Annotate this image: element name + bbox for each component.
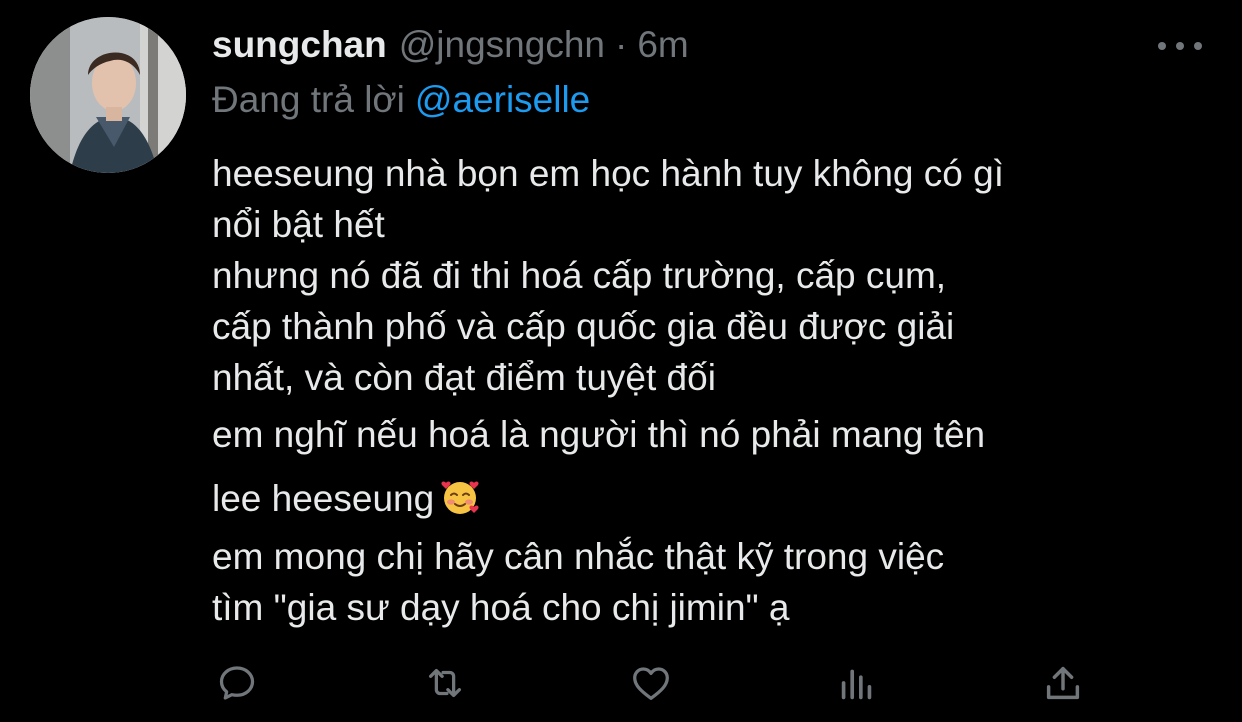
- avatar-image: [30, 17, 186, 173]
- tweet-text-line: lee heeseung: [212, 478, 435, 519]
- share-icon: [1046, 666, 1080, 700]
- more-options-icon[interactable]: [1158, 38, 1202, 54]
- replying-to: Đang trả lời @aeriselle: [212, 79, 590, 121]
- replying-to-label: Đang trả lời: [212, 79, 405, 120]
- analytics-button[interactable]: [832, 658, 882, 708]
- tweet[interactable]: sungchan @jngsngchn · 6m Đang trả lời @ae…: [0, 0, 1242, 722]
- tweet-text-line-emoji: lee heeseung: [212, 467, 1212, 531]
- tweet-text-line: heeseung nhà bọn em học hành tuy không c…: [212, 153, 1004, 194]
- avatar[interactable]: [30, 17, 186, 173]
- retweet-icon: [428, 668, 462, 698]
- tweet-text-line: tìm "gia sư dạy hoá cho chị jimin" ạ: [212, 587, 790, 628]
- replying-to-mention[interactable]: @aeriselle: [415, 79, 590, 120]
- smiling-face-with-hearts-icon: [440, 473, 480, 514]
- retweet-button[interactable]: [420, 658, 470, 708]
- tweet-text-line: nhất, và còn đạt điểm tuyệt đối: [212, 357, 716, 398]
- separator-dot: ·: [615, 24, 628, 65]
- tweet-text-line: cấp thành phố và cấp quốc gia đều được g…: [212, 306, 955, 347]
- tweet-text-line: nhưng nó đã đi thi hoá cấp trường, cấp c…: [212, 255, 947, 296]
- tweet-text-line: em mong chị hãy cân nhắc thật kỹ trong v…: [212, 536, 945, 577]
- tweet-text-line: em nghĩ nếu hoá là người thì nó phải man…: [212, 414, 986, 455]
- share-button[interactable]: [1038, 658, 1088, 708]
- tweet-header: sungchan @jngsngchn · 6m: [212, 24, 689, 70]
- analytics-icon: [841, 669, 872, 700]
- tweet-actions: [0, 658, 1242, 708]
- reply-button[interactable]: [212, 658, 262, 708]
- reply-icon: [219, 666, 255, 700]
- tweet-text: heeseung nhà bọn em học hành tuy không c…: [212, 148, 1212, 633]
- display-name[interactable]: sungchan: [212, 24, 387, 66]
- like-button[interactable]: [626, 658, 676, 708]
- user-handle[interactable]: @jngsngchn: [399, 24, 605, 66]
- timestamp[interactable]: 6m: [637, 24, 688, 66]
- tweet-text-line: nổi bật hết: [212, 204, 385, 245]
- heart-icon: [633, 667, 669, 700]
